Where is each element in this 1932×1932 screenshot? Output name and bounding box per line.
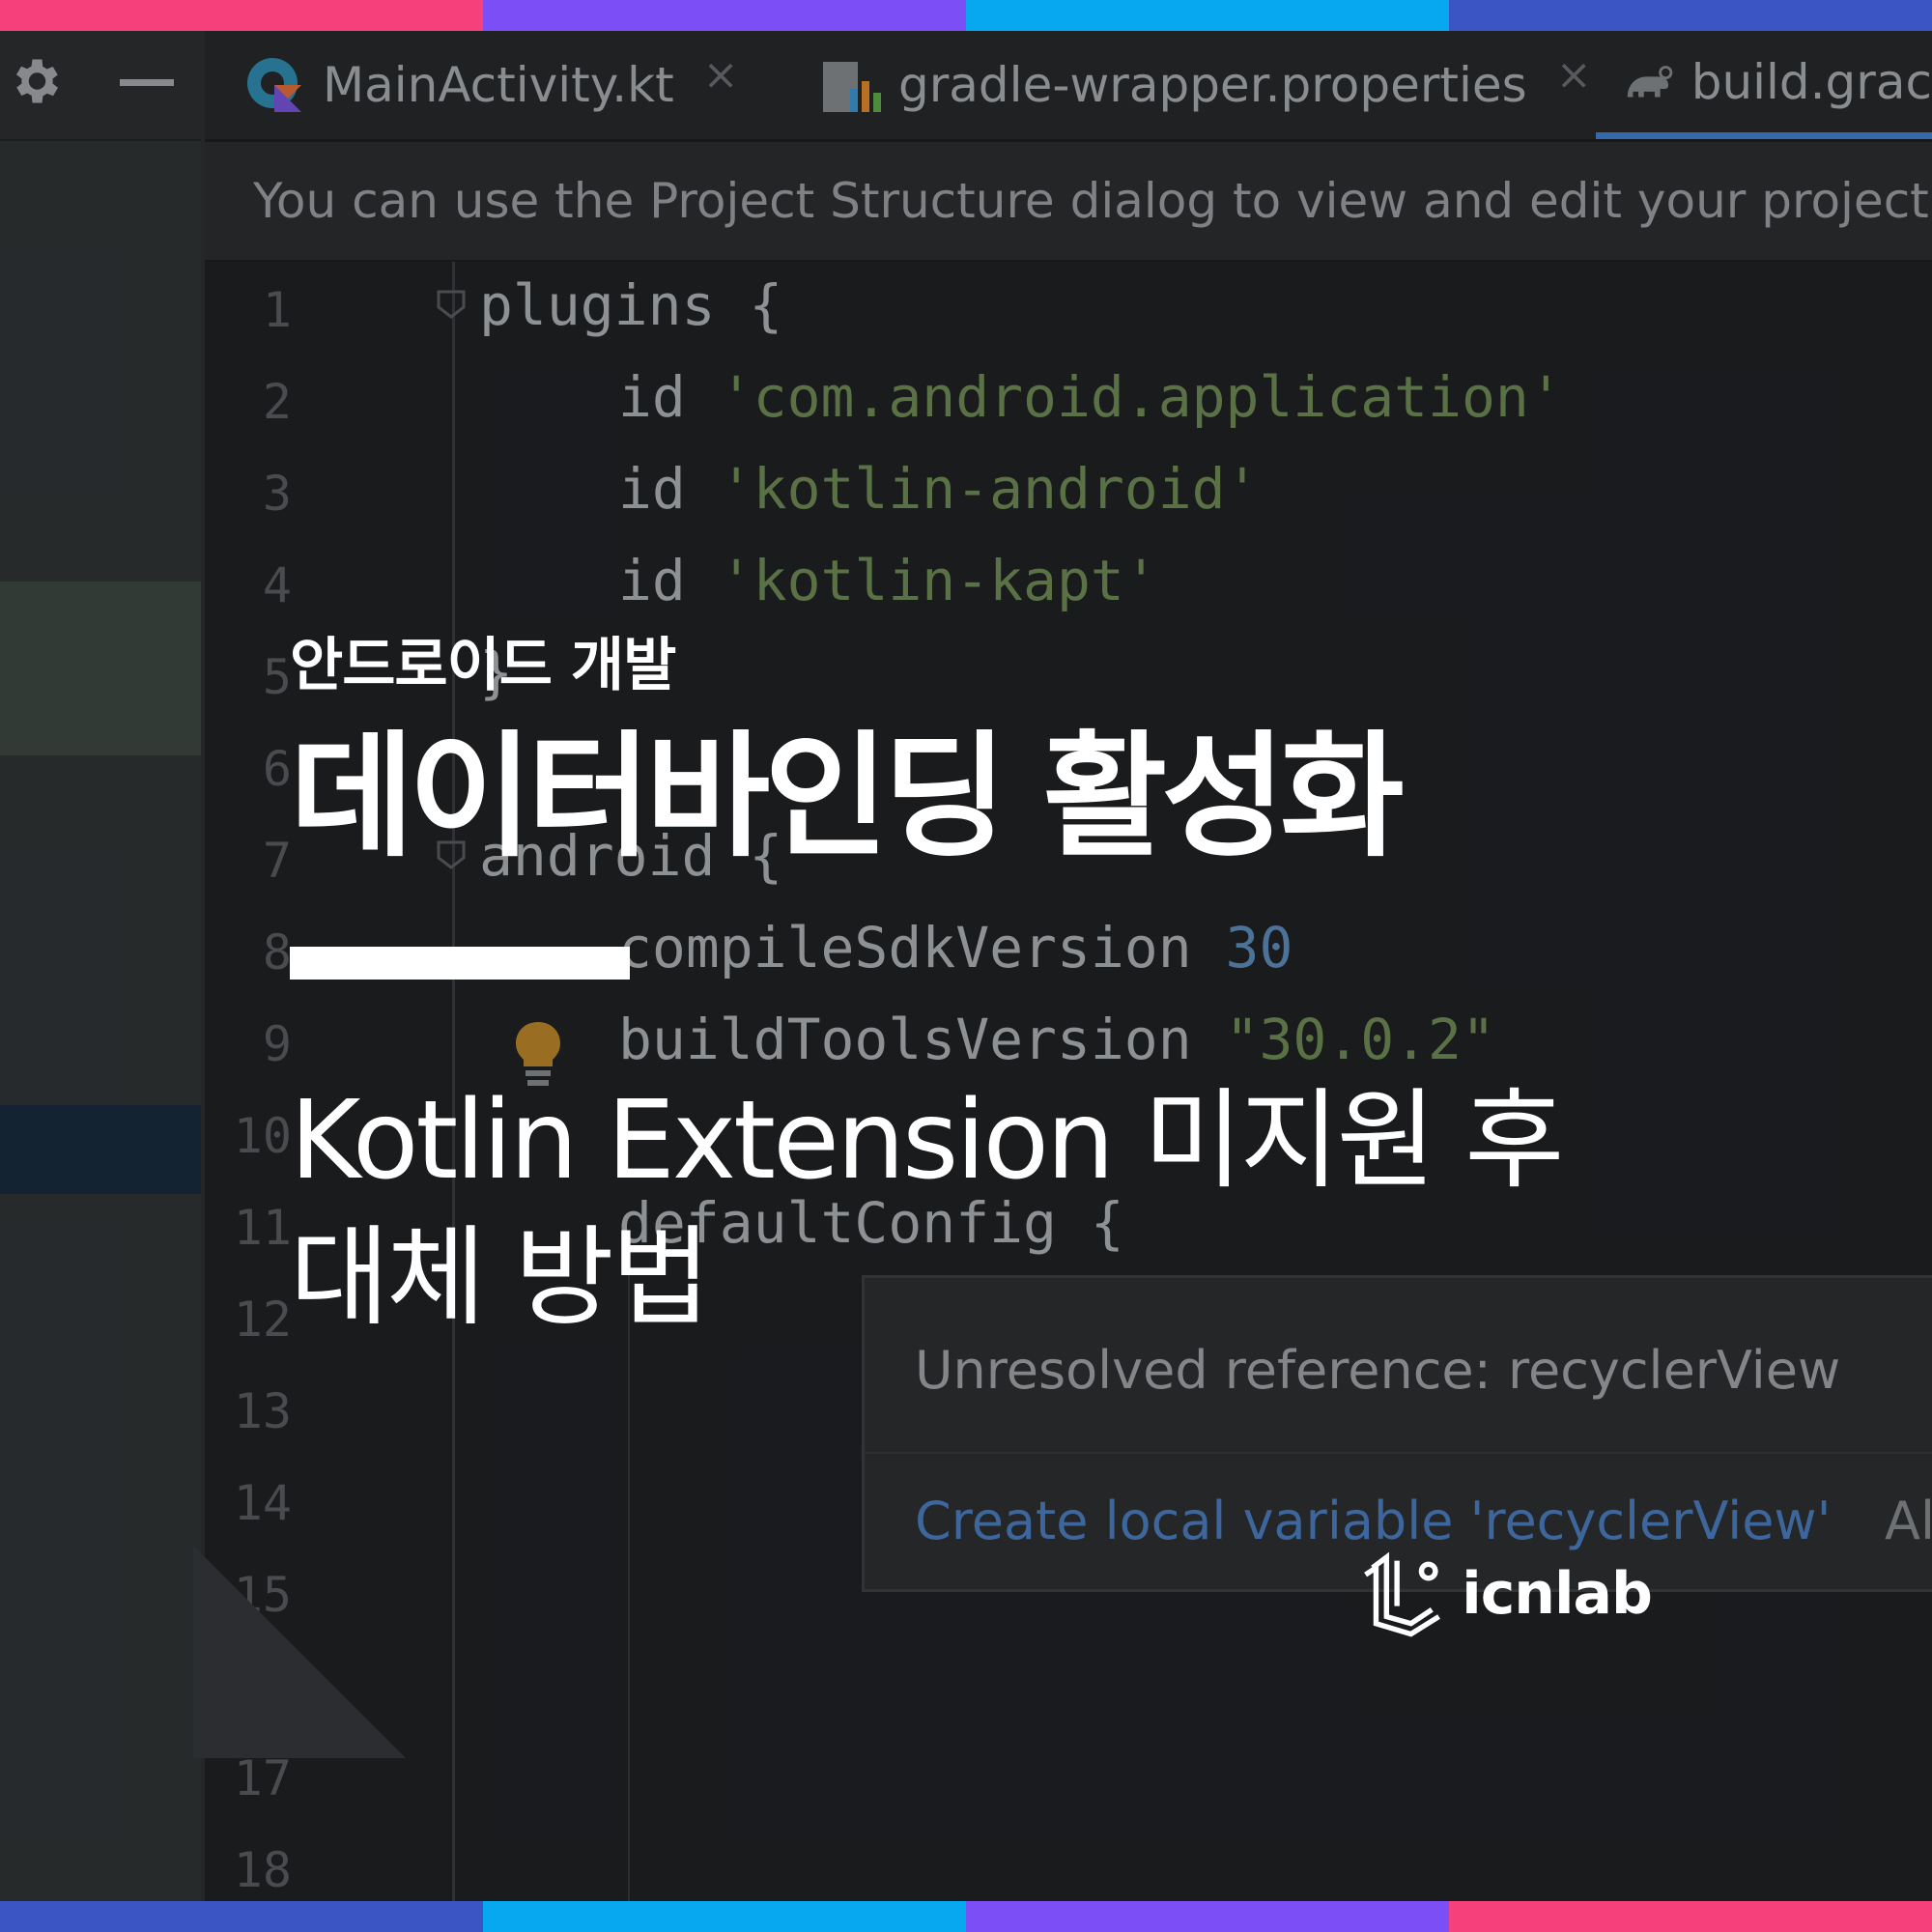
stripe-segment xyxy=(483,0,966,31)
stripe-segment xyxy=(1449,1901,1932,1932)
title-underline xyxy=(290,947,630,980)
stripe-segment xyxy=(0,0,483,31)
logo-text: icnlab xyxy=(1462,1560,1653,1628)
page-title: 데이터바인딩 활성화 xyxy=(290,719,1405,876)
stripe-segment xyxy=(966,1901,1449,1932)
subtitle-line: 대체 방법 xyxy=(290,1215,711,1341)
bottom-color-stripe xyxy=(0,1901,1932,1932)
stripe-segment xyxy=(0,1901,483,1932)
top-color-stripe xyxy=(0,0,1932,31)
stripe-segment xyxy=(483,1901,966,1932)
subtitle: Kotlin Extension 미지원 후 대체 방법 xyxy=(290,1072,1564,1347)
subtitle-line: Kotlin Extension 미지원 후 xyxy=(290,1078,1564,1204)
category-label: 안드로이드 개발 xyxy=(290,632,676,699)
stripe-segment xyxy=(1449,0,1932,31)
stripe-segment xyxy=(966,0,1449,31)
brand-logo: icnlab xyxy=(1362,1546,1653,1642)
icnlab-logo-icon xyxy=(1364,1551,1440,1637)
